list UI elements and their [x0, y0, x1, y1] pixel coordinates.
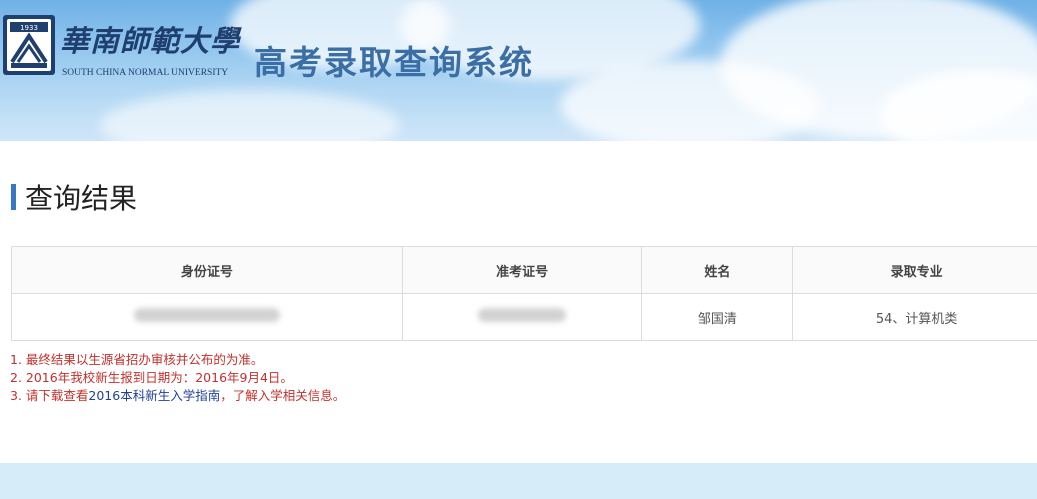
- table-row: 邹国清 54、计算机类: [11, 293, 1037, 341]
- note-item: 1. 最终结果以生源省招办审核并公布的为准。: [10, 352, 264, 367]
- cell-name: 邹国清: [641, 293, 794, 341]
- cell-exam-number: [401, 293, 643, 341]
- column-header-major: 录取专业: [792, 246, 1037, 294]
- heading-accent-bar: [11, 184, 16, 210]
- column-header-exam-number: 准考证号: [401, 246, 643, 294]
- note-item: 3. 请下载查看2016本科新生入学指南，了解入学相关信息。: [10, 387, 345, 405]
- column-header-id-number: 身份证号: [11, 246, 403, 294]
- svg-text:1933: 1933: [20, 24, 38, 32]
- note-item: 2. 2016年我校新生报到日期为：2016年9月4日。: [10, 370, 293, 385]
- result-table: 身份证号 准考证号 姓名 录取专业 邹国清 54、计算机类: [11, 246, 1037, 341]
- university-name-cn: 華南師範大學: [60, 24, 241, 58]
- note-text: ，了解入学相关信息。: [220, 388, 346, 403]
- cell-id-number: [11, 293, 403, 341]
- system-title: 高考录取查询系统: [254, 43, 534, 82]
- footer-band: [0, 463, 1037, 499]
- column-header-name: 姓名: [641, 246, 794, 294]
- enrollment-guide-link[interactable]: 2016本科新生入学指南: [88, 388, 220, 403]
- university-logo[interactable]: 1933 華南師範大學 SOUTH CHINA NORMAL UNIVERSIT…: [0, 12, 239, 82]
- university-seal-icon: 1933: [3, 15, 55, 75]
- table-header-row: 身份证号 准考证号 姓名 录取专业: [11, 246, 1037, 294]
- cloud-decoration: [100, 90, 400, 141]
- page-title: 查询结果: [25, 182, 138, 215]
- notes-list: 1. 最终结果以生源省招办审核并公布的为准。 2. 2016年我校新生报到日期为…: [10, 351, 345, 405]
- redacted-exam-number: [478, 308, 567, 322]
- cell-major: 54、计算机类: [792, 293, 1037, 341]
- note-text: 3. 请下载查看: [10, 388, 89, 403]
- page-header: 1933 華南師範大學 SOUTH CHINA NORMAL UNIVERSIT…: [0, 0, 1037, 141]
- section-heading: 查询结果: [11, 180, 138, 215]
- redacted-id-number: [133, 308, 280, 322]
- university-name-en: SOUTH CHINA NORMAL UNIVERSITY: [62, 68, 229, 78]
